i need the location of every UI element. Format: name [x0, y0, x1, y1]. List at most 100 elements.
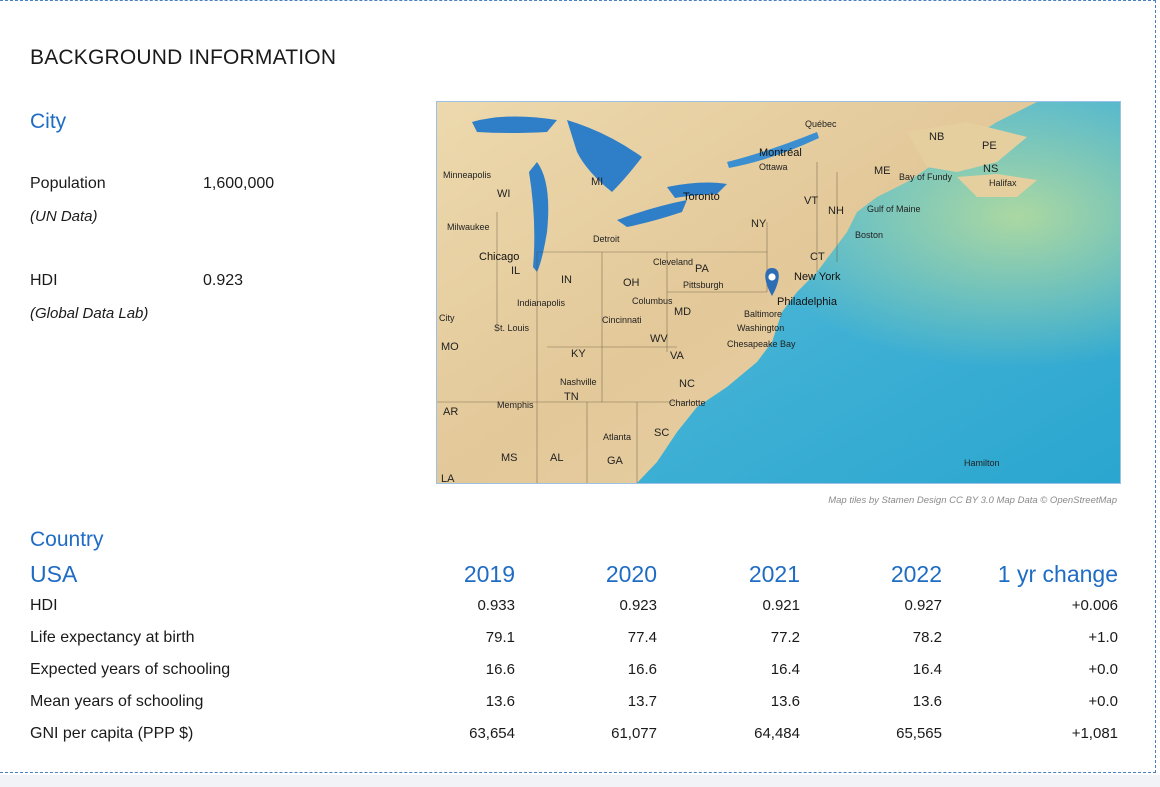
map-credit: Map tiles by Stamen Design CC BY 3.0 Map…: [828, 495, 1117, 506]
map-canvas: NB PE NS ME WI MI VT NH NY CT IL IN OH P…: [437, 102, 1120, 483]
svg-text:NY: NY: [751, 218, 767, 230]
table-cell: 13.6: [912, 693, 942, 710]
svg-text:IN: IN: [561, 274, 572, 286]
svg-text:WI: WI: [497, 188, 510, 200]
svg-text:MI: MI: [591, 176, 603, 188]
table-cell: 16.4: [770, 661, 800, 678]
table-cell: 0.923: [619, 597, 657, 614]
svg-text:IL: IL: [511, 265, 520, 277]
population-source: (UN Data): [30, 208, 98, 225]
svg-text:WV: WV: [650, 333, 668, 345]
svg-text:Indianapolis: Indianapolis: [517, 298, 566, 308]
table-cell: 0.933: [477, 597, 515, 614]
svg-text:TN: TN: [564, 391, 579, 403]
row-label-expected-schooling: Expected years of schooling: [30, 661, 231, 678]
city-hdi-value: 0.923: [203, 272, 244, 289]
table-cell: 78.2: [912, 629, 942, 646]
row-label-mean-schooling: Mean years of schooling: [30, 693, 204, 710]
svg-text:AR: AR: [443, 406, 458, 418]
svg-text:Atlanta: Atlanta: [603, 432, 631, 442]
svg-text:Charlotte: Charlotte: [669, 398, 706, 408]
svg-text:ME: ME: [874, 165, 891, 177]
population-label: Population: [30, 175, 106, 192]
svg-text:Montréal: Montréal: [759, 147, 802, 159]
svg-text:CT: CT: [810, 251, 825, 263]
svg-text:NS: NS: [983, 163, 998, 175]
col-2019: 2019: [463, 561, 515, 587]
svg-text:NC: NC: [679, 378, 695, 390]
svg-text:GA: GA: [607, 455, 624, 467]
svg-text:New York: New York: [794, 271, 841, 283]
svg-text:PA: PA: [695, 263, 710, 275]
svg-text:Chesapeake Bay: Chesapeake Bay: [727, 339, 796, 349]
col-2021: 2021: [748, 561, 800, 587]
svg-text:Cincinnati: Cincinnati: [602, 315, 642, 325]
svg-text:SC: SC: [654, 427, 669, 439]
svg-text:Baltimore: Baltimore: [744, 309, 782, 319]
svg-text:Québec: Québec: [805, 119, 837, 129]
svg-text:MO: MO: [441, 341, 459, 353]
svg-text:Columbus: Columbus: [632, 296, 673, 306]
section-title: BACKGROUND INFORMATION: [30, 46, 337, 69]
table-cell: 0.927: [904, 597, 942, 614]
row-label-life-expectancy: Life expectancy at birth: [30, 629, 195, 646]
table-cell: 16.4: [912, 661, 942, 678]
svg-text:Cleveland: Cleveland: [653, 257, 693, 267]
svg-text:AL: AL: [550, 452, 563, 464]
table-cell: 13.6: [485, 693, 515, 710]
country-heading: Country: [30, 528, 104, 551]
table-cell: 13.7: [627, 693, 657, 710]
city-map[interactable]: NB PE NS ME WI MI VT NH NY CT IL IN OH P…: [436, 101, 1121, 484]
table-cell: 63,654: [469, 725, 515, 742]
table-cell: 65,565: [896, 725, 942, 742]
row-label-gni: GNI per capita (PPP $): [30, 725, 194, 742]
svg-text:MS: MS: [501, 452, 518, 464]
table-cell: 79.1: [485, 629, 515, 646]
table-cell: +0.0: [1088, 661, 1118, 678]
svg-text:Toronto: Toronto: [683, 191, 720, 203]
country-name: USA: [30, 561, 78, 587]
table-cell: 64,484: [754, 725, 800, 742]
table-cell: +0.006: [1071, 597, 1118, 614]
svg-text:Gulf of Maine: Gulf of Maine: [867, 204, 921, 214]
svg-text:Milwaukee: Milwaukee: [447, 222, 490, 232]
svg-text:Detroit: Detroit: [593, 234, 620, 244]
svg-text:Washington: Washington: [737, 323, 784, 333]
svg-text:Minneapolis: Minneapolis: [443, 170, 492, 180]
svg-text:PE: PE: [982, 140, 997, 152]
table-cell: 16.6: [627, 661, 657, 678]
svg-text:Ottawa: Ottawa: [759, 162, 788, 172]
svg-text:Halifax: Halifax: [989, 178, 1017, 188]
svg-text:Philadelphia: Philadelphia: [777, 296, 838, 308]
table-cell: 61,077: [611, 725, 657, 742]
svg-text:VA: VA: [670, 350, 685, 362]
svg-text:Chicago: Chicago: [479, 251, 519, 263]
table-cell: 77.4: [627, 629, 657, 646]
svg-text:NH: NH: [828, 205, 844, 217]
table-cell: +1.0: [1088, 629, 1118, 646]
svg-text:KY: KY: [571, 348, 586, 360]
table-cell: 16.6: [485, 661, 515, 678]
svg-text:NB: NB: [929, 131, 944, 143]
col-1yr-change: 1 yr change: [997, 561, 1118, 587]
col-2022: 2022: [890, 561, 942, 587]
svg-text:Hamilton: Hamilton: [964, 458, 1000, 468]
table-cell: 77.2: [770, 629, 800, 646]
svg-text:City: City: [439, 313, 455, 323]
table-cell: +0.0: [1088, 693, 1118, 710]
svg-text:OH: OH: [623, 277, 640, 289]
svg-text:MD: MD: [674, 306, 691, 318]
svg-text:LA: LA: [441, 473, 455, 483]
bottom-strip: [0, 775, 1160, 787]
svg-text:Memphis: Memphis: [497, 400, 534, 410]
col-2020: 2020: [605, 561, 657, 587]
row-label-hdi: HDI: [30, 597, 58, 614]
table-cell: 13.6: [770, 693, 800, 710]
population-value: 1,600,000: [203, 175, 275, 192]
svg-text:Boston: Boston: [855, 230, 883, 240]
city-hdi-label: HDI: [30, 272, 58, 289]
table-cell: 0.921: [762, 597, 800, 614]
svg-text:Bay of Fundy: Bay of Fundy: [899, 172, 953, 182]
city-hdi-source: (Global Data Lab): [30, 305, 149, 322]
table-cell: +1,081: [1071, 725, 1118, 742]
